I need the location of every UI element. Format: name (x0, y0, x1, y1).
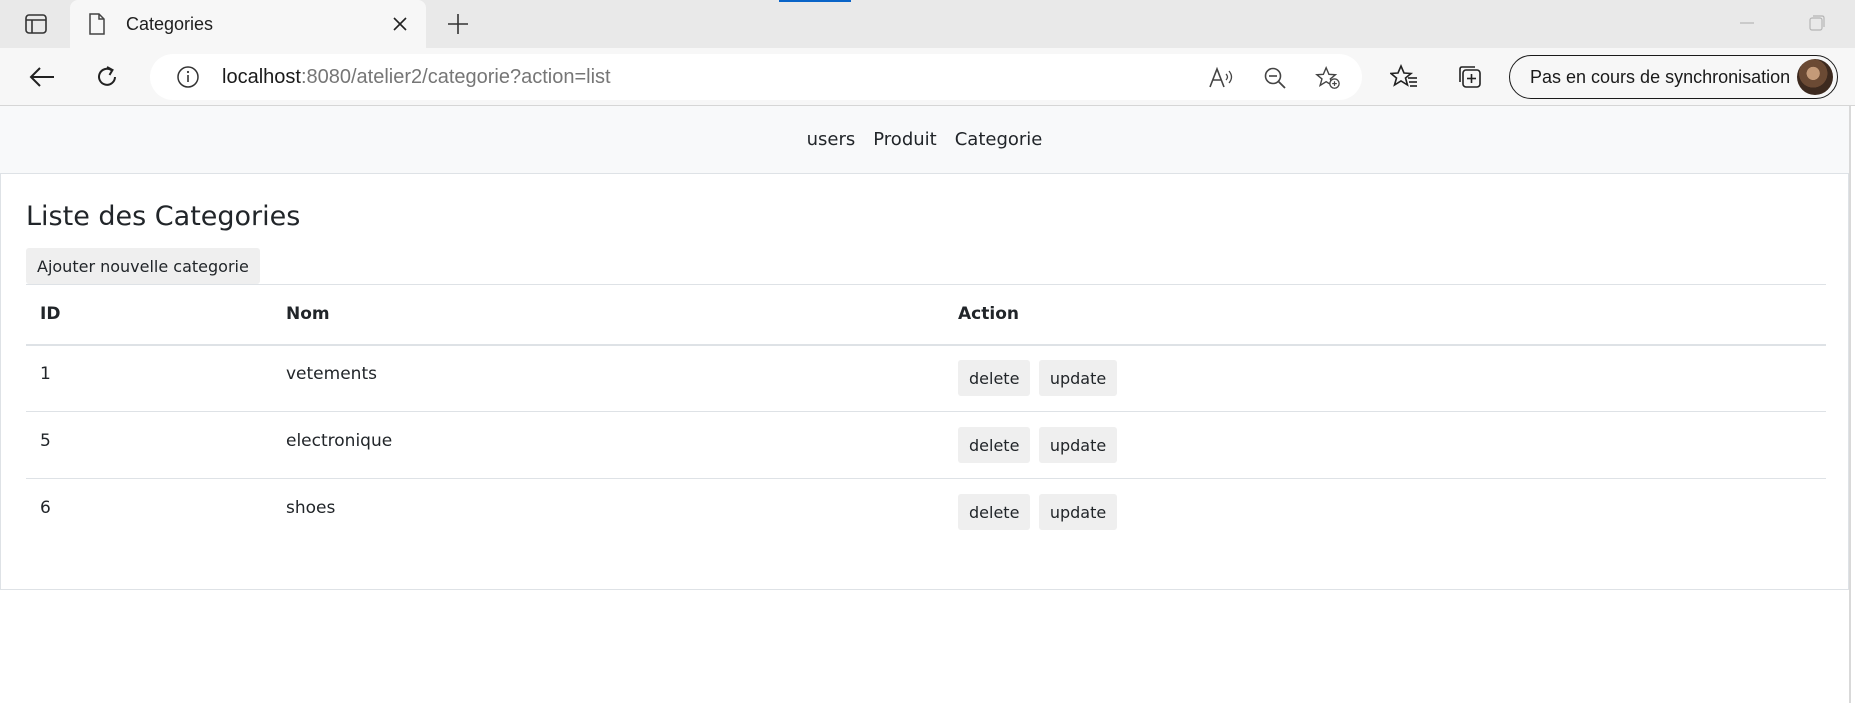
new-tab-icon[interactable] (444, 10, 472, 38)
categories-table: ID Nom Action 1 vetements delete update … (26, 284, 1826, 546)
cell-nom: vetements (272, 344, 944, 412)
update-button[interactable]: update (1038, 360, 1118, 397)
cell-nom: electronique (272, 411, 944, 479)
nav-link-categorie[interactable]: Categorie (946, 129, 1052, 150)
browser-toolbar: localhost:8080/atelier2/categorie?action… (0, 48, 1855, 106)
restore-icon[interactable] (1808, 14, 1826, 32)
web-page: users Produit Categorie Liste des Catego… (0, 106, 1851, 703)
add-favorite-icon[interactable] (1315, 65, 1341, 91)
cell-nom-text: electronique (286, 431, 393, 451)
cell-id: 1 (26, 344, 272, 412)
top-navbar: users Produit Categorie (0, 106, 1849, 174)
url-path: :8080/atelier2/categorie?action=list (300, 65, 611, 88)
browser-tab-active[interactable]: Categories (70, 0, 426, 48)
column-header-action: Action (944, 284, 1826, 346)
profile-sync-label: Pas en cours de synchronisation (1530, 66, 1791, 87)
profile-button[interactable]: Pas en cours de synchronisation (1509, 55, 1838, 99)
cell-id-text: 5 (40, 431, 51, 451)
column-header-nom: Nom (272, 284, 944, 346)
table-row: 5 electronique delete update (26, 411, 1826, 479)
collections-icon[interactable] (1452, 59, 1488, 95)
delete-button[interactable]: delete (958, 427, 1031, 463)
content-container: Liste des Categories Ajouter nouvelle ca… (0, 174, 1849, 590)
favorites-icon[interactable] (1386, 59, 1422, 95)
cell-id-text: 6 (40, 498, 51, 519)
url-text[interactable]: localhost:8080/atelier2/categorie?action… (222, 66, 611, 89)
add-category-button[interactable]: Ajouter nouvelle categorie (26, 248, 260, 284)
update-button[interactable]: update (1038, 494, 1118, 531)
cell-nom-text: shoes (286, 498, 336, 519)
zoom-out-icon[interactable] (1262, 65, 1288, 91)
cell-action: delete update (944, 479, 1826, 546)
column-header-id: ID (26, 284, 272, 346)
nav-link-users[interactable]: users (798, 129, 865, 150)
browser-tabstrip: Categories (0, 0, 1855, 48)
minimize-icon[interactable] (1738, 14, 1756, 32)
table-row: 1 vetements delete update (26, 344, 1826, 412)
cell-action: delete update (944, 344, 1826, 412)
url-host: localhost (222, 65, 301, 88)
read-aloud-icon[interactable] (1208, 65, 1234, 91)
back-arrow-icon[interactable] (24, 59, 60, 95)
cell-nom: shoes (272, 479, 944, 546)
address-bar[interactable]: localhost:8080/atelier2/categorie?action… (150, 54, 1362, 100)
site-info-icon[interactable] (176, 65, 200, 89)
page-icon (88, 13, 108, 35)
table-header-row: ID Nom Action (26, 284, 1826, 346)
update-button[interactable]: update (1038, 427, 1118, 463)
cell-nom-text: vetements (286, 364, 377, 385)
delete-button[interactable]: delete (958, 494, 1031, 531)
table-row: 6 shoes delete update (26, 479, 1826, 546)
close-tab-icon[interactable] (388, 12, 412, 36)
cell-action: delete update (944, 411, 1826, 479)
page-title: Liste des Categories (26, 201, 301, 232)
avatar (1797, 59, 1833, 95)
tab-title: Categories (126, 13, 214, 34)
delete-button[interactable]: delete (958, 360, 1031, 397)
nav-link-produit[interactable]: Produit (864, 129, 945, 150)
tab-actions-icon[interactable] (14, 10, 58, 38)
cell-id: 5 (26, 411, 272, 479)
refresh-icon[interactable] (89, 59, 125, 95)
cell-id-text: 1 (40, 364, 51, 385)
loading-indicator (779, 0, 851, 2)
cell-id: 6 (26, 479, 272, 546)
